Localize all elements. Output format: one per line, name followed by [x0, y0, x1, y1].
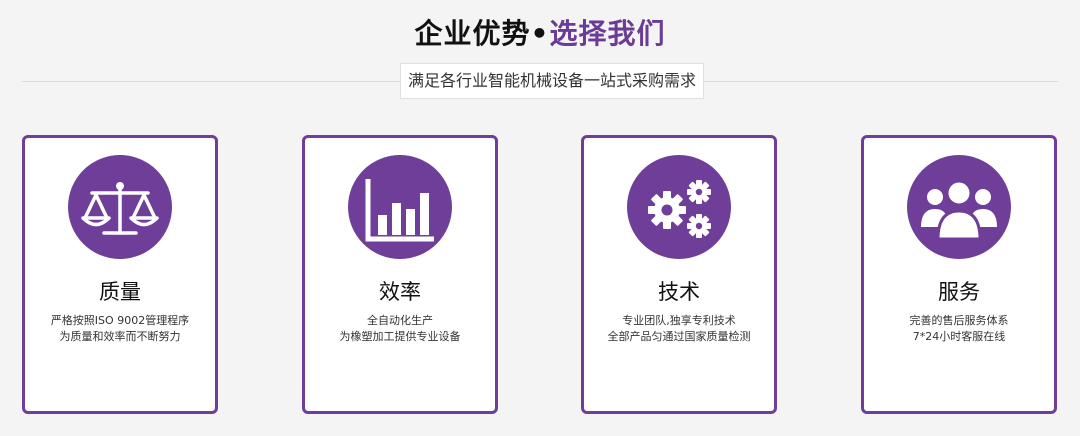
title-separator: •	[530, 17, 550, 50]
card-description-line-2: 全部产品匀通过国家质量检测	[607, 330, 751, 343]
card-description-line-1: 专业团队,独享专利技术	[622, 314, 736, 327]
scale-icon	[68, 155, 172, 259]
advantage-card-quality[interactable]: 质量 严格按照ISO 9002管理程序 为质量和效率而不断努力	[22, 135, 218, 414]
card-description-line-1: 全自动化生产	[367, 314, 433, 327]
title-main: 企业优势	[414, 17, 531, 50]
title-highlight: 选择我们	[549, 17, 666, 50]
advantage-card-efficiency[interactable]: 效率 全自动化生产 为橡塑加工提供专业设备	[302, 135, 498, 414]
section-subtitle: 满足各行业智能机械设备一站式采购需求	[400, 63, 704, 99]
gears-icon	[627, 155, 731, 259]
card-title: 质量	[99, 280, 141, 304]
advantage-card-technology[interactable]: 技术 专业团队,独享专利技术 全部产品匀通过国家质量检测	[581, 135, 777, 414]
card-description-line-2: 为质量和效率而不断努力	[59, 330, 181, 343]
users-icon	[907, 155, 1011, 259]
card-description-line-1: 完善的售后服务体系	[909, 314, 1009, 327]
advantage-card-service[interactable]: 服务 完善的售后服务体系 7*24小时客服在线	[861, 135, 1057, 414]
card-title: 服务	[938, 280, 980, 304]
section-title: 企业优势•选择我们	[0, 14, 1080, 54]
card-description-line-2: 为橡塑加工提供专业设备	[339, 330, 461, 343]
card-title: 效率	[379, 280, 421, 304]
card-description-line-1: 严格按照ISO 9002管理程序	[50, 314, 190, 327]
card-title: 技术	[658, 280, 700, 304]
card-description-line-2: 7*24小时客服在线	[912, 330, 1006, 343]
bar-chart-icon	[348, 155, 452, 259]
